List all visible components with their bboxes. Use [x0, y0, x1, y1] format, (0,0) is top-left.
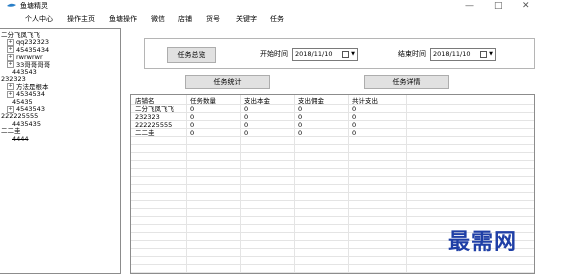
empty-row — [131, 209, 534, 217]
menu-fishpond-ops[interactable]: 鱼塘操作 — [109, 14, 137, 24]
table-cell: 0 — [244, 121, 249, 129]
column-header[interactable]: 共计支出 — [352, 97, 378, 105]
table-cell: 0 — [190, 129, 195, 137]
task-overview-button[interactable]: 任务总览 — [167, 47, 216, 63]
empty-row — [131, 137, 534, 145]
menu-bar: 个人中心 操作主页 鱼塘操作 微信 店铺 货号 关键字 任务 — [0, 13, 562, 25]
start-date-picker[interactable]: 2018/11/10 ▼ — [292, 48, 358, 61]
empty-row — [131, 169, 534, 177]
table-cell: 0 — [352, 113, 357, 121]
table-header-row: 店铺名 任务数量 支出本金 支出佣金 共计支出 — [131, 97, 534, 105]
table-row: 222225555 0 0 0 0 — [131, 121, 534, 129]
tree-item[interactable]: 4444 — [12, 135, 29, 143]
tree-item-label: 4444 — [12, 134, 29, 143]
empty-row — [131, 145, 534, 153]
empty-row — [131, 177, 534, 185]
column-header[interactable]: 支出本金 — [244, 97, 270, 105]
empty-row — [131, 193, 534, 201]
table-cell: 0 — [352, 105, 357, 113]
column-header[interactable]: 店铺名 — [135, 97, 155, 105]
start-date-value: 2018/11/10 — [295, 50, 333, 58]
minimize-button[interactable]: — — [465, 1, 474, 11]
column-header[interactable]: 支出佣金 — [298, 97, 324, 105]
empty-row — [131, 153, 534, 161]
menu-task[interactable]: 任务 — [270, 14, 284, 24]
menu-store[interactable]: 店铺 — [178, 14, 192, 24]
table-cell: 0 — [298, 121, 303, 129]
table-cell: 0 — [190, 121, 195, 129]
table-cell: 232323 — [135, 113, 160, 121]
table-cell: 二二圭 — [135, 129, 155, 137]
table-row: 二分飞凤飞飞 0 0 0 0 — [131, 105, 534, 113]
table-cell: 0 — [244, 129, 249, 137]
start-time-label: 开始时间 — [260, 50, 288, 58]
empty-row — [131, 185, 534, 193]
watermark-logo: 最需网 — [448, 229, 518, 255]
app-logo-icon — [7, 3, 16, 7]
right-margin — [535, 28, 562, 274]
filter-panel: 任务总览 开始时间 2018/11/10 ▼ 结束时间 2018/11/10 ▼ — [144, 38, 535, 69]
table-cell: 二分飞凤飞飞 — [135, 105, 174, 113]
empty-row — [131, 161, 534, 169]
table-cell: 0 — [298, 113, 303, 121]
chevron-down-icon: ▼ — [351, 51, 355, 57]
menu-operation-home[interactable]: 操作主页 — [67, 14, 95, 24]
title-bar: 鱼塘精灵 — □ ✕ — [0, 0, 562, 13]
table-cell: 0 — [244, 113, 249, 121]
calendar-icon — [342, 51, 349, 58]
table-cell: 0 — [298, 129, 303, 137]
end-date-value: 2018/11/10 — [433, 50, 471, 58]
maximize-button[interactable]: □ — [494, 1, 503, 11]
empty-row — [131, 265, 534, 273]
task-stats-button[interactable]: 任务统计 — [185, 75, 270, 89]
task-detail-button[interactable]: 任务详情 — [364, 75, 449, 89]
calendar-icon — [480, 51, 487, 58]
empty-row — [131, 201, 534, 209]
table-cell: 0 — [190, 105, 195, 113]
table-row: 二二圭 0 0 0 0 — [131, 129, 534, 137]
empty-row — [131, 257, 534, 265]
menu-personal-center[interactable]: 个人中心 — [25, 14, 53, 24]
chevron-down-icon: ▼ — [489, 51, 493, 57]
end-time-label: 结束时间 — [398, 50, 426, 58]
table-cell: 222225555 — [135, 121, 173, 129]
column-header[interactable]: 任务数量 — [190, 97, 216, 105]
end-date-picker[interactable]: 2018/11/10 ▼ — [430, 48, 496, 61]
table-cell: 0 — [352, 121, 357, 129]
table-cell: 0 — [190, 113, 195, 121]
empty-row — [131, 217, 534, 225]
store-tree[interactable]: 二分飞凤飞飞 + qq232323 +45435434 + rwrwrwr +33哥哥哥哥 4… — [0, 28, 121, 274]
menu-wechat[interactable]: 微信 — [151, 14, 165, 24]
table-cell: 0 — [244, 105, 249, 113]
window-title: 鱼塘精灵 — [20, 2, 48, 10]
table-cell: 0 — [352, 129, 357, 137]
menu-item-number[interactable]: 货号 — [206, 14, 220, 24]
table-cell: 0 — [298, 105, 303, 113]
table-row: 232323 0 0 0 0 — [131, 113, 534, 121]
close-button[interactable]: ✕ — [522, 1, 530, 11]
menu-keyword[interactable]: 关键字 — [236, 14, 257, 24]
